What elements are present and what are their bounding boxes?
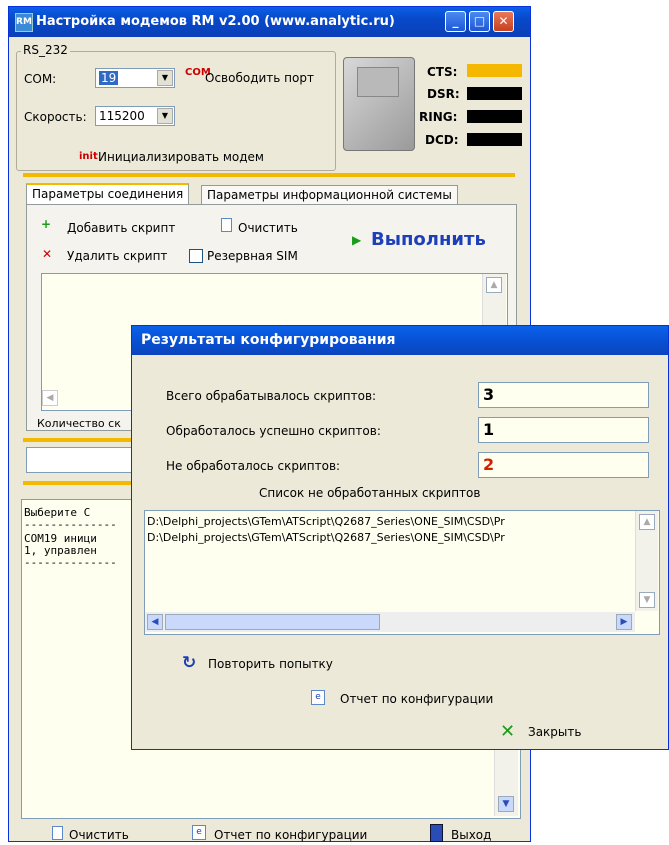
release-port-button[interactable]: Освободить порт bbox=[205, 71, 314, 85]
dialog-titlebar[interactable]: Результаты конфигурирования bbox=[132, 326, 668, 355]
delete-script-icon: ✕ bbox=[42, 247, 53, 261]
scroll-down-icon[interactable]: ▼ bbox=[498, 796, 514, 812]
add-script-button[interactable]: Добавить скрипт bbox=[67, 221, 175, 235]
dialog-close-button[interactable]: Закрыть bbox=[528, 725, 581, 739]
scroll-right-icon[interactable]: ▶ bbox=[616, 614, 632, 630]
window-title: Настройка модемов RM v2.00 (www.analytic… bbox=[36, 14, 395, 29]
dcd-label: DCD: bbox=[425, 133, 459, 147]
cts-label: CTS: bbox=[427, 65, 458, 79]
separator bbox=[23, 173, 515, 177]
close-icon: ✕ bbox=[500, 721, 516, 742]
list-vscrollbar[interactable]: ▲ ▼ bbox=[635, 511, 658, 611]
app-icon: RM bbox=[15, 13, 33, 32]
close-button[interactable]: ✕ bbox=[493, 11, 514, 32]
chevron-down-icon[interactable]: ▼ bbox=[157, 108, 173, 124]
report-button[interactable]: Отчет по конфигурации bbox=[214, 828, 367, 842]
reserve-sim-checkbox[interactable] bbox=[189, 249, 203, 263]
ring-label: RING: bbox=[419, 110, 458, 124]
ring-indicator bbox=[467, 110, 522, 123]
maximize-button[interactable]: □ bbox=[469, 11, 490, 32]
init-modem-button[interactable]: Инициализировать модем bbox=[98, 150, 264, 164]
speed-value: 115200 bbox=[99, 109, 145, 123]
log-line: -------------- bbox=[24, 518, 117, 531]
execute-button[interactable]: Выполнить bbox=[371, 229, 486, 250]
report-icon: e bbox=[192, 825, 206, 840]
speed-label: Скорость: bbox=[24, 110, 87, 124]
modem-panel bbox=[357, 67, 399, 97]
dialog-title: Результаты конфигурирования bbox=[141, 332, 396, 348]
scroll-down-icon[interactable]: ▼ bbox=[639, 592, 655, 608]
execute-icon: ▶ bbox=[352, 233, 362, 247]
scroll-left-icon[interactable]: ◀ bbox=[147, 614, 163, 630]
tab-connection-params[interactable]: Параметры соединения bbox=[26, 183, 190, 205]
failed-list-title: Список не обработанных скриптов bbox=[259, 486, 481, 500]
add-script-icon: + bbox=[41, 217, 52, 231]
dcd-indicator bbox=[467, 133, 522, 146]
scroll-thumb[interactable] bbox=[165, 614, 380, 630]
tab-info-system-params[interactable]: Параметры информационной системы bbox=[201, 185, 458, 205]
script-count-label: Количество ск bbox=[37, 417, 121, 430]
main-titlebar[interactable]: RM Настройка модемов RM v2.00 (www.analy… bbox=[9, 7, 530, 37]
com-port-select[interactable]: 19 ▼ bbox=[95, 68, 175, 88]
minimize-button[interactable]: _ bbox=[445, 11, 466, 32]
list-item[interactable]: D:\Delphi_projects\GTem\ATScript\Q2687_S… bbox=[147, 515, 505, 528]
retry-icon: ↻ bbox=[182, 653, 197, 673]
cts-indicator bbox=[467, 64, 522, 77]
clear-log-icon bbox=[52, 826, 63, 840]
dsr-indicator bbox=[467, 87, 522, 100]
success-scripts-label: Обработалось успешно скриптов: bbox=[166, 424, 381, 438]
clear-icon bbox=[221, 218, 232, 232]
speed-select[interactable]: 115200 ▼ bbox=[95, 106, 175, 126]
retry-button[interactable]: Повторить попытку bbox=[208, 657, 333, 671]
exit-icon bbox=[430, 824, 443, 842]
exit-button[interactable]: Выход bbox=[451, 828, 491, 842]
failed-scripts-label: Не обработалось скриптов: bbox=[166, 459, 341, 473]
list-item[interactable]: D:\Delphi_projects\GTem\ATScript\Q2687_S… bbox=[147, 531, 505, 544]
scroll-left-icon[interactable]: ◀ bbox=[42, 390, 58, 406]
failed-scripts-field[interactable]: 2 bbox=[478, 452, 649, 478]
reserve-sim-label: Резервная SIM bbox=[207, 249, 298, 263]
scroll-up-icon[interactable]: ▲ bbox=[639, 514, 655, 530]
com-label: COM: bbox=[24, 72, 57, 86]
report-icon: e bbox=[311, 690, 325, 705]
clear-log-button[interactable]: Очистить bbox=[69, 828, 129, 842]
delete-script-button[interactable]: Удалить скрипт bbox=[67, 249, 167, 263]
status-field[interactable] bbox=[26, 447, 138, 473]
total-scripts-field[interactable]: 3 bbox=[478, 382, 649, 408]
clear-button[interactable]: Очистить bbox=[238, 221, 298, 235]
log-line: -------------- bbox=[24, 556, 117, 569]
init-icon: init bbox=[79, 151, 98, 162]
dsr-label: DSR: bbox=[427, 87, 460, 101]
chevron-down-icon[interactable]: ▼ bbox=[157, 70, 173, 86]
results-dialog: Результаты конфигурирования Всего обраба… bbox=[131, 325, 669, 750]
total-scripts-label: Всего обрабатывалось скриптов: bbox=[166, 389, 377, 403]
success-scripts-field[interactable]: 1 bbox=[478, 417, 649, 443]
list-hscrollbar[interactable]: ◀ ▶ bbox=[145, 612, 635, 632]
rs232-group-label: RS_232 bbox=[21, 43, 70, 57]
com-port-value: 19 bbox=[99, 71, 119, 85]
scroll-up-icon[interactable]: ▲ bbox=[486, 277, 502, 293]
dialog-report-button[interactable]: Отчет по конфигурации bbox=[340, 692, 493, 706]
